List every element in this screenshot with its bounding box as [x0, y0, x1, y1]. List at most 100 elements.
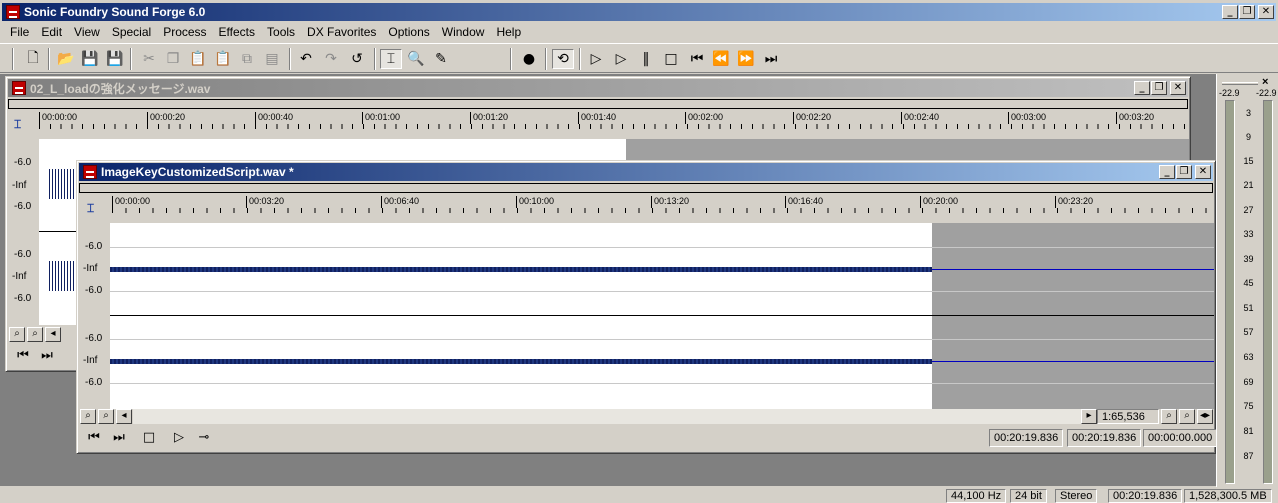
save-all-icon[interactable]: 💾	[104, 49, 126, 69]
selection-start-field[interactable]: 00:20:19.836	[989, 429, 1064, 447]
front-scroll-right-icon[interactable]: ▸	[1081, 409, 1097, 424]
back-time-ruler[interactable]: 00:00:00 00:00:20 00:00:40 00:01:00 00:0…	[39, 110, 1189, 140]
ruler-label: 00:03:20	[1116, 112, 1154, 124]
selection-length-field[interactable]: 00:00:00.000	[1143, 429, 1218, 447]
edit-tool-icon[interactable]: ⌶	[380, 49, 402, 69]
front-go-start-icon[interactable]: ⏮	[83, 429, 105, 447]
front-time-ruler[interactable]: 00:00:00 00:03:20 00:06:40 00:10:00 00:1…	[110, 194, 1214, 224]
close-button[interactable]: ✕	[1258, 5, 1274, 19]
toolbar-grip[interactable]	[12, 48, 14, 70]
front-stop-icon[interactable]: □	[138, 429, 160, 447]
new-file-icon[interactable]: 🗋	[22, 49, 44, 69]
minimize-button[interactable]: _	[1222, 5, 1238, 19]
repeat-icon[interactable]: ↺	[346, 49, 368, 69]
front-play-icon[interactable]: ▷	[168, 429, 190, 447]
db-label: -Inf	[83, 263, 98, 274]
ruler-label: 00:06:40	[381, 196, 419, 208]
db-label: -6.0	[14, 249, 32, 260]
menu-window[interactable]: Window	[436, 25, 491, 39]
front-go-end-icon[interactable]: ⏭	[108, 429, 130, 447]
selection-end-field[interactable]: 00:20:19.836	[1067, 429, 1142, 447]
front-play-plugin-icon[interactable]: ⊸	[193, 429, 215, 447]
menu-special[interactable]: Special	[106, 25, 157, 39]
menu-file[interactable]: File	[4, 25, 35, 39]
ruler-label: 00:16:40	[785, 196, 823, 208]
pencil-tool-icon[interactable]: ✎	[430, 49, 452, 69]
menu-process[interactable]: Process	[157, 25, 212, 39]
app-titlebar[interactable]: Sonic Foundry Sound Forge 6.0 _ ❐ ✕	[2, 3, 1276, 21]
front-minimize-button[interactable]: _	[1159, 165, 1175, 179]
loop-icon[interactable]: ⟲	[552, 49, 574, 69]
db-label: -Inf	[83, 355, 98, 366]
back-go-start-icon[interactable]: ⏮	[12, 347, 34, 365]
back-zoom-in-icon[interactable]: ⌕	[9, 327, 25, 342]
back-window-titlebar[interactable]: 02_L_loadの強化メッセージ.wav _ ❐ ✕	[8, 79, 1188, 97]
menu-tools[interactable]: Tools	[261, 25, 301, 39]
menu-options[interactable]: Options	[382, 25, 435, 39]
back-zoom-out-icon[interactable]: ⌕	[27, 327, 43, 342]
rewind-icon[interactable]: ⏪	[710, 49, 732, 69]
pause-icon[interactable]: ‖	[635, 49, 657, 69]
undo-icon[interactable]: ↶	[295, 49, 317, 69]
save-icon[interactable]: 💾	[79, 49, 101, 69]
magnify-tool-icon[interactable]: 🔍	[405, 49, 427, 69]
redo-icon[interactable]: ↷	[320, 49, 342, 69]
front-scroll-left-icon[interactable]: ◂	[116, 409, 132, 424]
grid-line	[110, 247, 1214, 248]
cut-icon[interactable]: ✂	[138, 49, 160, 69]
front-overview-bar[interactable]	[79, 183, 1213, 193]
paste-icon[interactable]: 📋	[187, 49, 209, 69]
front-waveform[interactable]	[110, 223, 1214, 409]
back-close-button[interactable]: ✕	[1170, 81, 1186, 95]
front-zoom-out-v-icon[interactable]: ⌕	[1179, 409, 1195, 424]
app-logo-icon[interactable]	[6, 5, 20, 19]
stop-icon[interactable]: □	[660, 49, 682, 69]
menu-edit[interactable]: Edit	[35, 25, 68, 39]
ruler-label: 00:02:40	[901, 112, 939, 124]
front-window-titlebar[interactable]: ImageKeyCustomizedScript.wav * _ ❐ ✕	[79, 163, 1213, 181]
front-close-button[interactable]: ✕	[1195, 165, 1211, 179]
play-all-icon[interactable]: ▷	[585, 49, 607, 69]
crop-icon[interactable]: ⧉	[236, 49, 258, 69]
toolbar-separator	[374, 48, 376, 70]
front-ruler-icon[interactable]: ⌶	[87, 201, 94, 216]
main-toolbar: 🗋 📂 💾 💾 ✂ ❐ 📋 📋 ⧉ ▤ ↶ ↷ ↺ ⌶ 🔍 ✎ ● ⟲ ▷ ▷ …	[0, 43, 1278, 73]
front-restore-button[interactable]: ❐	[1176, 165, 1192, 179]
menu-help[interactable]: Help	[490, 25, 527, 39]
back-go-end-icon[interactable]: ⏭	[36, 347, 58, 365]
front-zoom-in-icon[interactable]: ⌕	[80, 409, 96, 424]
status-bit-depth[interactable]: 24 bit	[1010, 489, 1047, 503]
back-restore-button[interactable]: ❐	[1151, 81, 1167, 95]
front-zoom-toggle-icon[interactable]: ◂▸	[1197, 409, 1213, 424]
fast-forward-icon[interactable]: ⏩	[735, 49, 757, 69]
toolbar-separator	[579, 48, 581, 70]
back-overview-bar[interactable]	[8, 99, 1188, 109]
status-sample-rate[interactable]: 44,100 Hz	[946, 489, 1007, 503]
status-channels[interactable]: Stereo	[1055, 489, 1098, 503]
restore-button[interactable]: ❐	[1239, 5, 1255, 19]
mix-icon[interactable]: 📋	[212, 49, 234, 69]
menu-view[interactable]: View	[68, 25, 106, 39]
menu-effects[interactable]: Effects	[213, 25, 261, 39]
play-icon[interactable]: ▷	[610, 49, 632, 69]
copy-icon[interactable]: ❐	[162, 49, 184, 69]
back-ruler-icon[interactable]: ⌶	[14, 117, 21, 132]
meters-close-button[interactable]: ×	[1262, 76, 1268, 88]
meter-scale-label: 51	[1243, 303, 1254, 313]
zoom-ratio-field[interactable]: 1:65,536	[1097, 409, 1159, 424]
open-icon[interactable]: 📂	[55, 49, 77, 69]
back-minimize-button[interactable]: _	[1134, 81, 1150, 95]
go-start-icon[interactable]: ⏮	[686, 49, 708, 69]
data-window-front[interactable]: ImageKeyCustomizedScript.wav * _ ❐ ✕ ⌶ 0…	[76, 160, 1218, 454]
front-channel-divider	[110, 315, 1214, 316]
record-icon[interactable]: ●	[518, 49, 540, 69]
peak-left-value: -22.9	[1219, 88, 1240, 98]
trim-icon[interactable]: ▤	[261, 49, 283, 69]
front-scrollbar-track[interactable]	[133, 409, 1081, 424]
meter-scale-label: 57	[1243, 327, 1254, 337]
menu-dx-favorites[interactable]: DX Favorites	[301, 25, 382, 39]
go-end-icon[interactable]: ⏭	[760, 49, 782, 69]
front-zoom-in-v-icon[interactable]: ⌕	[1161, 409, 1177, 424]
front-zoom-out-icon[interactable]: ⌕	[98, 409, 114, 424]
back-scroll-left-icon[interactable]: ◂	[45, 327, 61, 342]
